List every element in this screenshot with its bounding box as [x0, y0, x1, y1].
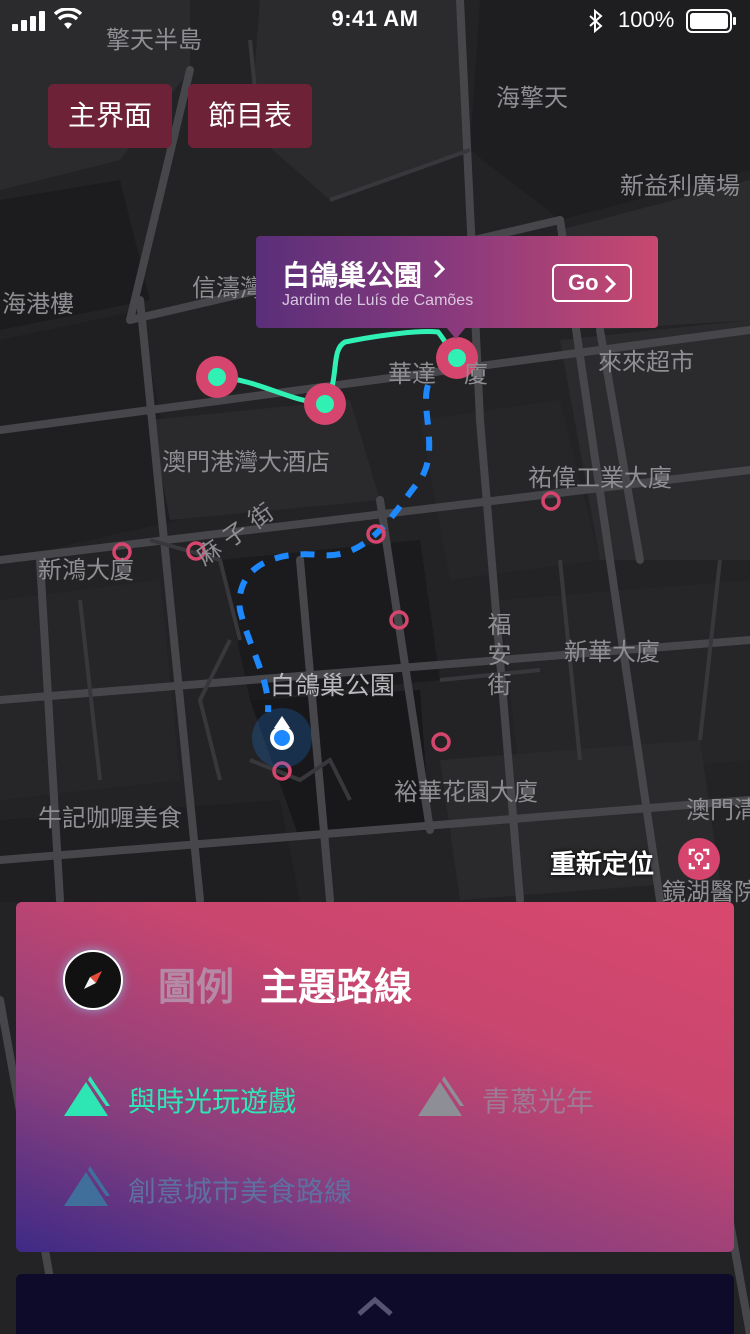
compass-icon[interactable]	[63, 950, 123, 1010]
relocate-label: 重新定位	[550, 850, 655, 880]
map-label: 祐偉工業大廈	[528, 464, 672, 492]
legend-panel: 圖例 主題路線 與時光玩遊戲 青蔥光年 創意城市美食路線	[16, 902, 734, 1252]
route-option-label: 青蔥光年	[482, 1085, 595, 1118]
bluetooth-icon	[589, 9, 603, 33]
street-label: 福安街	[483, 612, 511, 702]
theme-routes-title: 主題路線	[260, 965, 413, 1009]
mountain-icon	[64, 1076, 110, 1116]
schedule-button[interactable]: 節目表	[188, 84, 312, 148]
battery-percentage: 100%	[618, 7, 675, 32]
route-option-label: 與時光玩遊戲	[128, 1085, 297, 1118]
map-label: 新益利廣場	[620, 172, 740, 200]
go-button-label: Go	[568, 270, 599, 295]
route-stop-marker[interactable]	[196, 356, 238, 398]
go-button[interactable]: Go	[552, 264, 632, 302]
map-label: 新鴻大廈	[38, 556, 134, 584]
location-callout[interactable]: 白鴿巢公園 Jardim de Luís de Camões Go	[256, 236, 658, 328]
user-location-marker	[252, 708, 312, 768]
map-label: 海港樓	[2, 290, 74, 318]
legend-label: 圖例	[158, 965, 235, 1009]
map-label: 新華大廈	[564, 638, 660, 666]
callout-title: 白鴿巢公園	[282, 259, 423, 292]
map-label: 牛記咖喱美食	[38, 804, 182, 832]
map-label: 澳門港灣大酒店	[162, 448, 330, 476]
mountain-icon	[418, 1076, 464, 1116]
route-option-label: 創意城市美食路線	[128, 1175, 353, 1208]
map-screen: 擎天半島 海擎天 新益利廣場 海港樓 信濤灣 來來超市 華達 廈 澳門港灣大酒店…	[0, 0, 750, 1334]
relocate-button[interactable]	[678, 838, 720, 880]
map-label: 澳門清	[686, 796, 750, 824]
chevron-up-icon	[357, 1296, 393, 1316]
route-stop-marker[interactable]	[304, 383, 346, 425]
battery-icon	[686, 9, 736, 33]
map-label: 裕華花園大廈	[394, 778, 538, 806]
bottom-drawer-handle[interactable]	[16, 1274, 734, 1334]
callout-pointer	[446, 327, 466, 339]
map-label: 白鴿巢公園	[270, 671, 396, 700]
mountain-icon	[64, 1166, 110, 1206]
map-label: 廈	[464, 360, 488, 388]
locate-target-icon	[688, 848, 710, 870]
map-label: 來來超市	[598, 348, 694, 376]
chevron-right-icon	[433, 259, 446, 279]
map-label: 海擎天	[496, 84, 568, 112]
status-bar: 9:41 AM 100%	[0, 0, 750, 40]
home-button[interactable]: 主界面	[48, 84, 172, 148]
callout-subtitle: Jardim de Luís de Camões	[282, 292, 474, 309]
map-label: 信濤灣	[192, 274, 264, 302]
chevron-right-icon	[604, 274, 616, 294]
map-label: 華達	[388, 360, 436, 388]
